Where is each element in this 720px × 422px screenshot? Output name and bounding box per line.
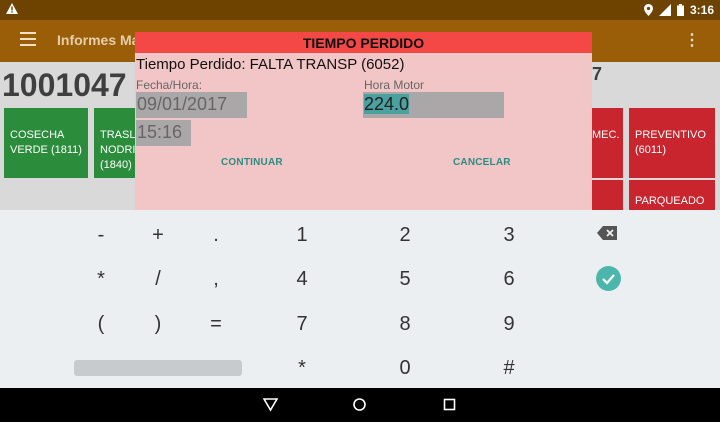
battery-icon [676,4,684,16]
tile-label: TRASL NODRI (1840) [100,129,135,171]
dialog-title: TIEMPO PERDIDO [135,32,592,53]
key-equals[interactable]: = [186,313,246,336]
check-icon [602,274,615,285]
key-8[interactable]: 8 [375,313,435,336]
home-icon[interactable] [352,397,367,412]
dialog-subtitle: Tiempo Perdido: FALTA TRANSP (6052) [136,56,405,73]
key-3[interactable]: 3 [479,224,539,247]
key-asterisk[interactable]: * [71,268,131,291]
key-0[interactable]: 0 [375,357,435,380]
key-open-paren[interactable]: ( [71,313,131,336]
key-close-paren[interactable]: ) [128,313,188,336]
backspace-icon[interactable] [597,226,617,240]
enter-button[interactable] [596,266,621,291]
key-5[interactable]: 5 [375,268,435,291]
key-comma[interactable]: , [186,268,246,291]
tile-traslado[interactable]: TRASL NODRI (1840) [94,108,135,178]
warning-icon [6,3,18,14]
signal-icon [658,4,671,16]
motor-hours-field[interactable]: 224.0 [363,92,504,118]
key-4[interactable]: 4 [272,268,332,291]
tiempo-perdido-dialog: TIEMPO PERDIDO Tiempo Perdido: FALTA TRA… [135,32,592,212]
tile-label: PARQUEADO [635,195,705,207]
date-label: Fecha/Hora: [136,78,203,92]
tile-label: COSECHA VERDE (1811) [10,129,82,156]
key-period[interactable]: . [186,224,246,247]
numeric-keyboard: - + . 1 2 3 * / , 4 5 6 ( ) = 7 8 9 * 0 … [0,210,720,388]
date-field[interactable]: 09/01/2017 [136,92,247,118]
location-icon [643,4,653,16]
recents-icon[interactable] [442,397,457,412]
motor-label: Hora Motor [364,78,425,92]
key-slash[interactable]: / [128,268,188,291]
status-bar: 3:16 [0,0,720,20]
key-6[interactable]: 6 [479,268,539,291]
key-1[interactable]: 1 [272,224,332,247]
motor-hours-value: 224.0 [364,94,410,114]
back-icon[interactable] [263,397,278,412]
clock: 3:16 [689,3,714,17]
tile-mec[interactable]: MEC. [592,108,623,178]
menu-icon[interactable] [20,32,36,46]
right-number: 7 [592,64,603,84]
app-title: Informes Ma [57,32,140,48]
tile-label: PREVENTIVO (6011) [635,129,706,156]
key-plus[interactable]: + [128,224,188,247]
continue-button[interactable]: CONTINUAR [221,157,283,168]
key-hash[interactable]: # [479,357,539,380]
equipment-id: 1001047 [2,67,127,103]
cancel-button[interactable]: CANCELAR [453,157,511,168]
key-2[interactable]: 2 [375,224,435,247]
tile-cosecha-verde[interactable]: COSECHA VERDE (1811) [4,108,88,178]
tile-parqueado[interactable]: PARQUEADO [629,180,715,210]
time-field[interactable]: 15:16 [136,120,191,146]
key-9[interactable]: 9 [479,313,539,336]
tile-red-small[interactable] [592,180,623,210]
tile-preventivo[interactable]: PREVENTIVO (6011) [629,108,715,178]
navigation-bar [0,388,720,422]
more-options-icon[interactable]: ⋮ [684,30,700,50]
tile-label: MEC. [592,129,620,141]
key-minus[interactable]: - [71,224,131,247]
space-key[interactable] [74,360,242,376]
key-7[interactable]: 7 [272,313,332,336]
key-star[interactable]: * [272,357,332,380]
